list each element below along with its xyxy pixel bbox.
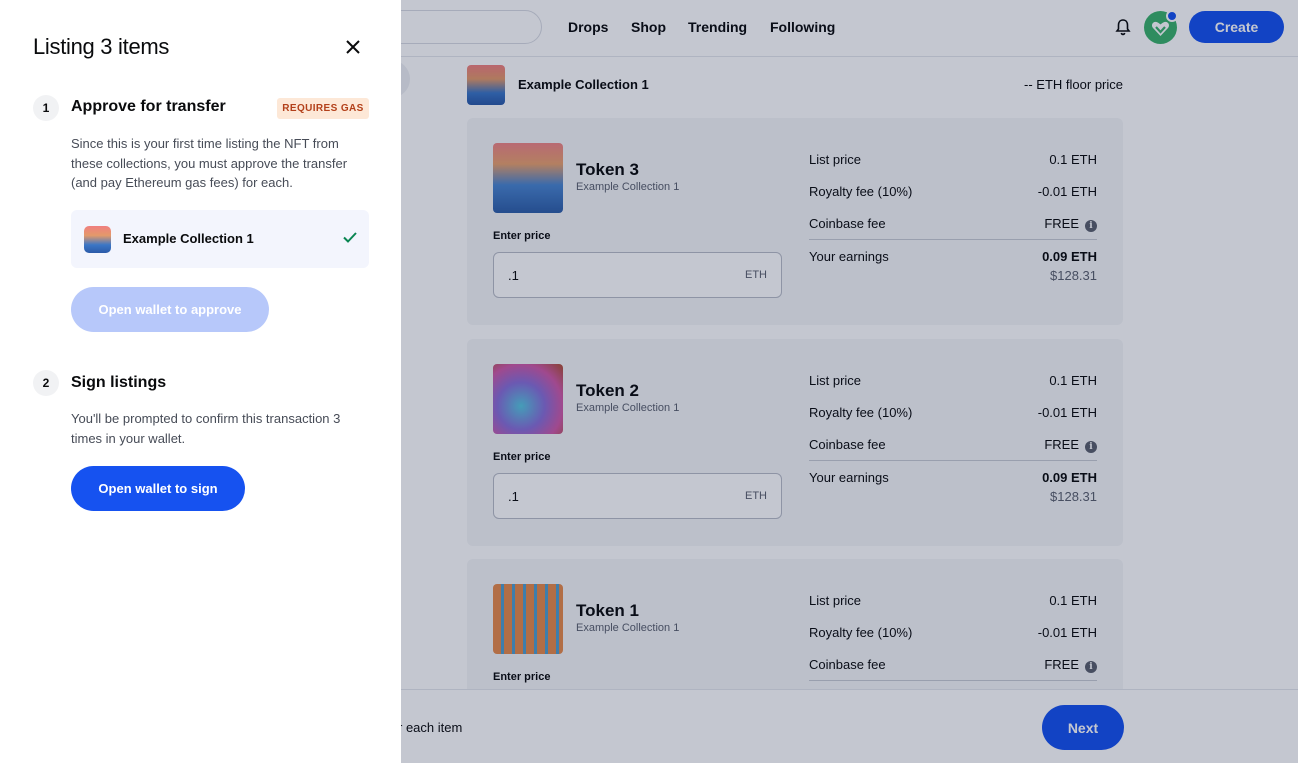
- listing-side-panel: Listing 3 items 1 Approve for transfer R…: [0, 0, 401, 763]
- step-description: You'll be prompted to confirm this trans…: [71, 411, 341, 446]
- requires-gas-badge: REQUIRES GAS: [277, 98, 369, 119]
- step-description: Since this is your first time listing th…: [71, 136, 348, 190]
- open-wallet-sign-button[interactable]: Open wallet to sign: [71, 466, 245, 511]
- panel-title: Listing 3 items: [33, 34, 170, 59]
- open-wallet-approve-button[interactable]: Open wallet to approve: [71, 287, 269, 332]
- collection-name: Example Collection 1: [123, 231, 254, 246]
- step-title: Approve for transfer: [71, 98, 226, 115]
- step-title: Sign listings: [71, 374, 167, 391]
- close-icon[interactable]: [343, 37, 363, 57]
- step-number: 1: [33, 95, 59, 121]
- step-number: 2: [33, 370, 59, 396]
- approval-collection-row: Example Collection 1: [71, 210, 369, 268]
- collection-thumbnail: [84, 226, 111, 253]
- checkmark-icon: [343, 232, 357, 243]
